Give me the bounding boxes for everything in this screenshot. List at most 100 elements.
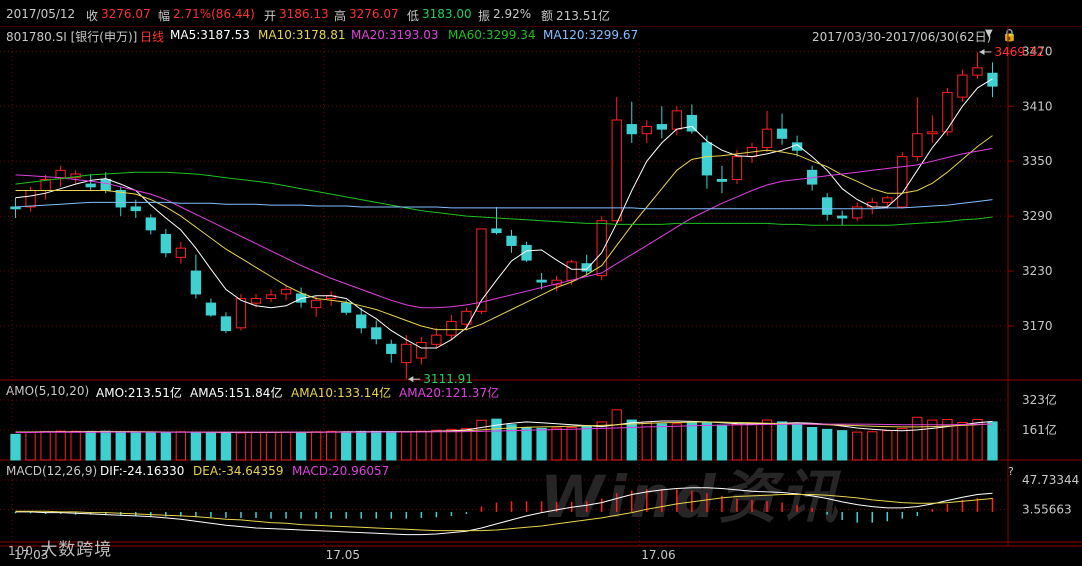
amo-bar (821, 428, 833, 461)
x-tick-label: 17.05 (326, 548, 360, 562)
amo-bar (987, 421, 998, 461)
candle-body (205, 302, 217, 316)
amo-bar (686, 422, 698, 461)
amo-bar (416, 430, 427, 461)
candle-body (446, 320, 457, 336)
amo-bar (310, 431, 322, 461)
candle-body (356, 314, 367, 329)
candle-body (791, 142, 803, 151)
amo-bar (280, 431, 292, 461)
amo-bar (581, 425, 592, 461)
amo-bar (85, 430, 96, 461)
amo-bar (671, 423, 683, 461)
amo-bar (476, 419, 487, 461)
candle-body (476, 228, 487, 312)
amo-tick-label: 323亿 (1022, 392, 1057, 407)
candle-body (671, 110, 683, 130)
candle-body (250, 298, 262, 304)
candle-body (100, 178, 111, 191)
candle-body (190, 270, 202, 295)
candle-body (942, 92, 953, 133)
annotation-arrowhead (408, 376, 414, 383)
candle-body (987, 72, 998, 87)
amo-bar (100, 430, 111, 461)
amo-bar (701, 422, 713, 461)
candle-body (280, 288, 292, 295)
ma5-line (15, 78, 993, 349)
amo-bar (250, 432, 262, 461)
macd-tick-label: 3.55663 (1022, 503, 1072, 517)
amo-bar (641, 421, 652, 461)
brand-logo: 100 大数跨境 (8, 535, 112, 560)
candle-body (821, 197, 833, 215)
amo-bar (160, 431, 171, 461)
candle-body (25, 189, 36, 208)
amo-bar (190, 432, 202, 461)
amo-bar (791, 424, 803, 461)
annotation-arrowhead (979, 48, 985, 55)
ma120-line (15, 199, 993, 210)
amo-bar (626, 419, 637, 461)
kline-chart[interactable]: 31703230329033503410347017.03 17.05 17.063… (0, 0, 1082, 566)
amo-bar (506, 424, 517, 461)
amo-bar (371, 430, 382, 461)
amo-bar (356, 430, 367, 461)
candle-body (837, 215, 848, 219)
candle-body (957, 74, 968, 98)
candle-body (220, 316, 232, 332)
high-price-label: 3469.32 (994, 45, 1044, 59)
low-price-label: 3111.91 (423, 372, 473, 386)
amo-bar (130, 431, 141, 461)
candle-body (897, 156, 908, 208)
ma10-line (15, 135, 993, 331)
amo-bar (776, 421, 788, 461)
amo-bar (551, 427, 562, 461)
amo-bar (175, 431, 187, 461)
candle-body (536, 279, 547, 283)
candle-body (656, 124, 667, 130)
amo-bar (145, 432, 156, 461)
amo-bar (731, 423, 743, 461)
amo-bar (656, 423, 667, 461)
candle-body (55, 169, 66, 179)
price-tick-label: 3350 (1022, 154, 1053, 168)
candle-body (626, 124, 637, 135)
amo-bar (341, 431, 352, 461)
candle-body (776, 128, 788, 139)
amo-bar (265, 431, 277, 461)
candle-body (130, 206, 141, 212)
amo-bar (882, 430, 893, 461)
amo-bar (220, 432, 232, 461)
candle-body (386, 343, 397, 354)
amo-bar (716, 424, 728, 461)
candle-body (581, 263, 592, 272)
amo-bar (55, 430, 66, 461)
amo-bar (837, 430, 848, 461)
price-tick-label: 3230 (1022, 264, 1053, 278)
candle-body (641, 125, 652, 135)
amo-bar (70, 430, 81, 461)
candle-body (371, 327, 382, 340)
candle-body (731, 156, 743, 180)
candle-body (701, 142, 713, 176)
amo-bar (10, 433, 21, 461)
candle-body (431, 334, 442, 345)
candle-body (160, 233, 171, 254)
amo-bar (611, 409, 622, 461)
candle-body (686, 114, 698, 132)
candle-body (761, 128, 773, 148)
candle-body (341, 302, 352, 313)
candle-body (867, 201, 878, 208)
price-tick-label: 3170 (1022, 319, 1053, 333)
candle-body (506, 235, 517, 246)
macd-tick-label: 47.73344 (1022, 473, 1079, 487)
amo-bar (25, 431, 36, 461)
candle-body (972, 67, 983, 76)
candle-body (235, 298, 247, 329)
x-tick-label: 17.06 (641, 548, 675, 562)
logo-number: 100 (8, 544, 34, 558)
candle-body (310, 299, 322, 309)
dif-line (15, 487, 993, 536)
candle-body (265, 294, 277, 300)
candle-body (716, 178, 728, 182)
